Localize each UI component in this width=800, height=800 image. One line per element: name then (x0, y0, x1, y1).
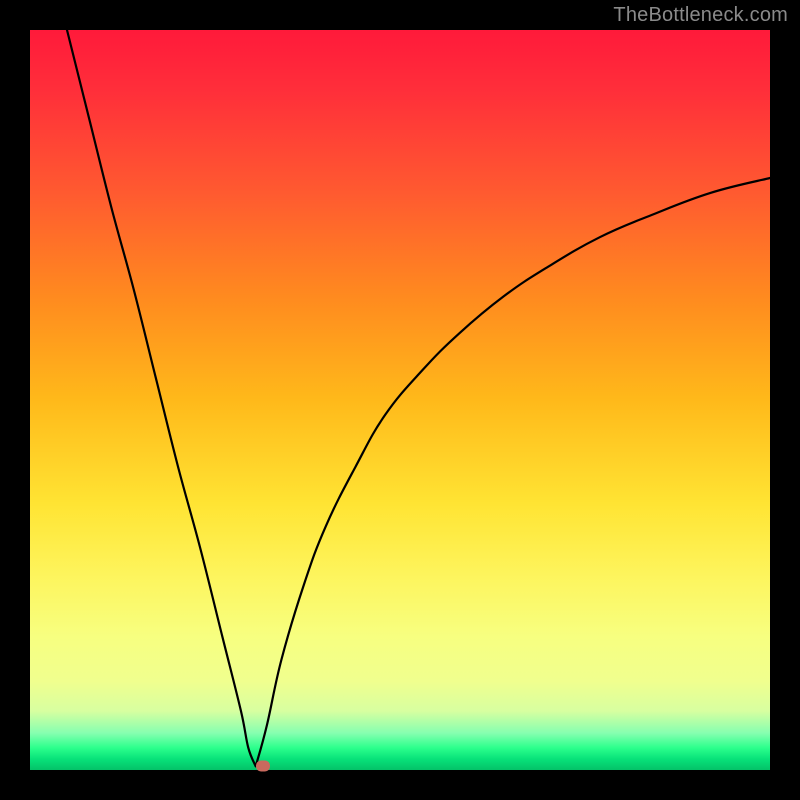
watermark-text: TheBottleneck.com (613, 4, 788, 27)
plot-area (30, 30, 770, 770)
optimum-marker (256, 761, 270, 772)
bottleneck-curve (30, 30, 770, 770)
chart-frame: TheBottleneck.com (0, 0, 800, 800)
